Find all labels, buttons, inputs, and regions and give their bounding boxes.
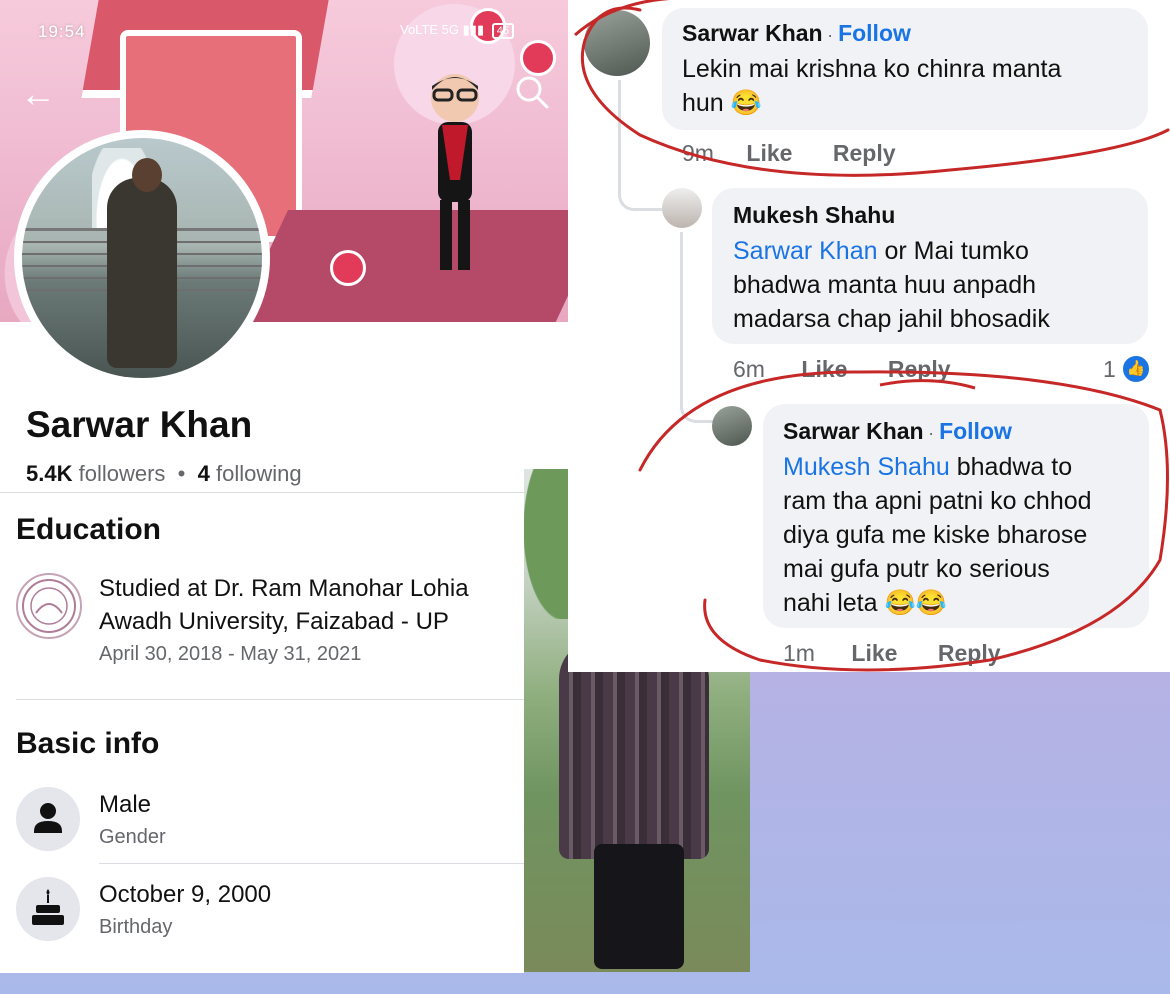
education-dates: April 30, 2018 - May 31, 2021 <box>99 643 362 665</box>
comment-time: 6m <box>733 356 765 382</box>
separator-dot: • <box>171 461 198 486</box>
comment-text-line: mai gufa putr ko serious <box>783 555 1050 583</box>
search-icon[interactable] <box>512 72 552 112</box>
birthday-value: October 9, 2000 <box>99 881 272 908</box>
photo-man-shirt <box>559 639 709 859</box>
comment-actions: 6m Like Reply <box>733 356 951 383</box>
thread-connector <box>618 80 667 211</box>
comment-text-line: madarsa chap jahil bhosadik <box>733 305 1050 333</box>
comment-text-line: Mukesh Shahu bhadwa to <box>783 450 1072 484</box>
divider <box>16 699 524 700</box>
birthday-label: Birthday <box>99 916 173 938</box>
like-button[interactable]: Like <box>851 640 897 666</box>
comment-header: Sarwar Khan · Follow <box>682 20 911 47</box>
battery-icon: 45 <box>491 23 514 39</box>
cake-icon <box>32 889 64 925</box>
gender-value: Male <box>99 791 152 818</box>
follow-button[interactable]: Follow <box>939 418 1012 444</box>
comment-text-line: ram tha apni patni ko chhod <box>783 487 1092 515</box>
status-bar-time: 19:54 <box>38 22 86 41</box>
comment-mention[interactable]: Sarwar Khan <box>733 237 878 265</box>
cover-avatar-cartoon <box>431 74 479 270</box>
cover-candy <box>520 40 556 76</box>
profile-name: Sarwar Khan <box>26 404 253 445</box>
gender-icon-wrap <box>16 787 80 851</box>
signal-icon: ▮▮▮ <box>462 22 485 37</box>
reply-button[interactable]: Reply <box>888 356 951 382</box>
status-bar-right: VoLTE 5G ▮▮▮ 45 <box>400 22 514 39</box>
profile-screenshot: 19:54 VoLTE 5G ▮▮▮ 45 ← Sarwar Khan 5.4K… <box>0 0 568 492</box>
like-button[interactable]: Like <box>746 140 792 166</box>
separator-dot: · <box>827 25 839 45</box>
thread-connector <box>680 232 713 423</box>
profile-picture[interactable] <box>22 138 262 378</box>
reply-button[interactable]: Reply <box>833 140 896 166</box>
separator-dot: · <box>928 423 940 443</box>
comment-mention[interactable]: Mukesh Shahu <box>783 453 950 481</box>
comment-text-line: diya gufa me kiske bharose <box>783 521 1088 549</box>
commenter-avatar[interactable] <box>712 406 752 446</box>
divider <box>99 863 524 864</box>
thumbs-up-icon[interactable]: 👍 <box>1121 354 1151 384</box>
following-count[interactable]: 4 <box>198 461 210 486</box>
basic-info-heading: Basic info <box>16 727 160 760</box>
commenter-avatar[interactable] <box>584 10 650 76</box>
cover-candy-road <box>232 210 568 322</box>
comment-author[interactable]: Mukesh Shahu <box>733 202 895 229</box>
comment-text-line: bhadwa manta huu anpadh <box>733 271 1037 299</box>
comment-text-line: Sarwar Khan or Mai tumko <box>733 234 1029 268</box>
profile-picture-person <box>107 178 177 368</box>
comment-text-line: hun 😂 <box>682 89 762 117</box>
comment-header: Sarwar Khan · Follow <box>783 418 1012 445</box>
comment-author[interactable]: Sarwar Khan <box>682 20 823 46</box>
like-button[interactable]: Like <box>801 356 847 382</box>
comments-screenshot: Sarwar Khan · Follow Lekin mai krishna k… <box>568 0 1170 672</box>
comment-text-line: Lekin mai krishna ko chinra manta <box>682 55 1062 83</box>
comment-time: 1m <box>783 640 815 666</box>
comment-text: or Mai tumko <box>877 237 1029 265</box>
reply-button[interactable]: Reply <box>938 640 1001 666</box>
university-logo-icon <box>16 573 82 639</box>
following-label[interactable]: following <box>216 461 302 486</box>
comment-text-line: nahi leta 😂😂 <box>783 589 947 617</box>
follow-button[interactable]: Follow <box>838 20 911 46</box>
about-screenshot: Education Studied at Dr. Ram Manohar Loh… <box>0 492 524 973</box>
followers-label[interactable]: followers <box>79 461 166 486</box>
gender-label: Gender <box>99 826 166 848</box>
person-icon <box>34 803 62 833</box>
comment-author[interactable]: Sarwar Khan <box>783 418 924 444</box>
follow-stats: 5.4K followers • 4 following <box>26 461 302 487</box>
commenter-avatar[interactable] <box>662 188 702 228</box>
birthday-icon-wrap <box>16 877 80 941</box>
cover-candy <box>330 250 366 286</box>
followers-count[interactable]: 5.4K <box>26 461 72 486</box>
reaction-count[interactable]: 1 <box>1103 356 1116 383</box>
education-heading: Education <box>16 513 162 546</box>
comment-actions: 9m Like Reply <box>682 140 896 167</box>
photo-man-jeans <box>594 844 684 969</box>
education-school-line1[interactable]: Studied at Dr. Ram Manohar Lohia <box>99 575 469 603</box>
comment-actions: 1m Like Reply <box>783 640 1001 667</box>
comment-text: bhadwa to <box>949 453 1073 481</box>
education-school-line2[interactable]: Awadh University, Faizabad - UP <box>99 608 449 636</box>
profile-picture-head <box>132 158 162 192</box>
network-label: VoLTE 5G <box>400 22 460 37</box>
comment-time: 9m <box>682 140 714 166</box>
back-arrow-icon[interactable]: ← <box>20 74 60 114</box>
